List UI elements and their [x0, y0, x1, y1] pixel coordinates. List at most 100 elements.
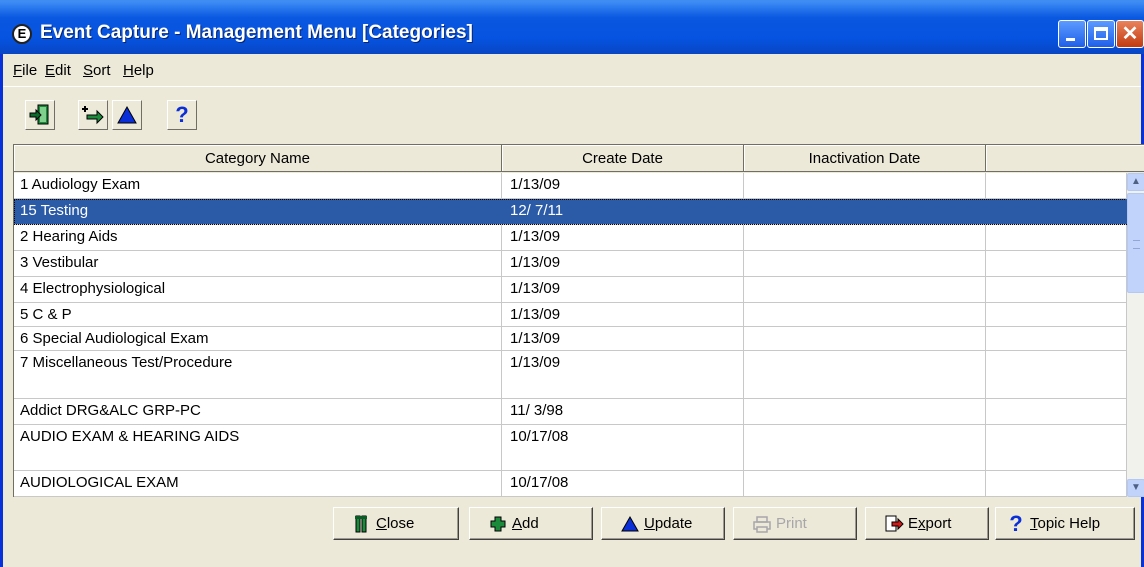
- table-row[interactable]: 5 C & P 1/13/09: [14, 303, 1127, 327]
- cell-create-date: 1/13/09: [502, 173, 744, 198]
- chevron-up-icon: ▲: [1131, 176, 1141, 187]
- cell-blank: [986, 173, 1127, 198]
- close-button[interactable]: Close: [333, 507, 459, 540]
- table-row[interactable]: 7 Miscellaneous Test/Procedure 1/13/09: [14, 351, 1127, 399]
- cell-category-name: 15 Testing: [14, 199, 502, 224]
- close-icon: ✕: [1121, 23, 1139, 45]
- maximize-button[interactable]: [1087, 20, 1115, 48]
- menu-sort[interactable]: Sort: [83, 62, 111, 79]
- cell-blank: [986, 199, 1127, 224]
- column-header-inactivation-date[interactable]: Inactivation Date: [744, 145, 986, 172]
- app-window: E Event Capture - Management Menu [Categ…: [0, 0, 1144, 567]
- minimize-button[interactable]: [1058, 20, 1086, 48]
- cell-inactivation-date: [744, 225, 986, 250]
- cell-inactivation-date: [744, 199, 986, 224]
- update-button-label: Update: [644, 515, 693, 532]
- menu-bar: File Edit Sort Help: [3, 54, 1141, 86]
- question-mark-icon: ?: [175, 102, 189, 127]
- cell-create-date: 1/13/09: [502, 327, 744, 350]
- topic-help-button-label: Topic Help: [1030, 515, 1101, 532]
- toolbar: ?: [3, 86, 1141, 145]
- table-row[interactable]: 6 Special Audiological Exam 1/13/09: [14, 327, 1127, 351]
- table-row[interactable]: Addict DRG&ALC GRP-PC 11/ 3/98: [14, 399, 1127, 425]
- cell-category-name: AUDIOLOGICAL EXAM: [14, 471, 502, 496]
- export-arrow-icon: [884, 514, 904, 534]
- column-header-blank[interactable]: [986, 145, 1144, 172]
- cell-category-name: 4 Electrophysiological: [14, 277, 502, 302]
- table-row[interactable]: AUDIOLOGICAL EXAM 10/17/08: [14, 471, 1127, 497]
- exit-toolbar-button[interactable]: [25, 100, 55, 130]
- cell-blank: [986, 471, 1127, 496]
- cell-category-name: 2 Hearing Aids: [14, 225, 502, 250]
- app-icon[interactable]: E: [12, 24, 32, 44]
- question-mark-icon: ?: [1009, 511, 1023, 536]
- cell-inactivation-date: [744, 425, 986, 470]
- scroll-down-button[interactable]: ▼: [1127, 479, 1144, 497]
- printer-icon: [752, 514, 772, 534]
- cell-blank: [986, 303, 1127, 326]
- export-button[interactable]: Export: [865, 507, 989, 540]
- exit-door-icon: [29, 104, 49, 125]
- add-button-label: Add: [512, 515, 539, 532]
- button-bar: Close Add Update Print Export ? Topic He…: [3, 496, 1141, 567]
- cell-blank: [986, 225, 1127, 250]
- table-row[interactable]: 1 Audiology Exam 1/13/09: [14, 173, 1127, 199]
- cell-create-date: 11/ 3/98: [502, 399, 744, 424]
- cell-create-date: 1/13/09: [502, 351, 744, 398]
- cell-inactivation-date: [744, 303, 986, 326]
- table-row-selected[interactable]: 15 Testing 12/ 7/11: [14, 199, 1127, 225]
- cell-inactivation-date: [744, 173, 986, 198]
- menu-edit[interactable]: Edit: [45, 62, 71, 79]
- cell-create-date: 1/13/09: [502, 225, 744, 250]
- cell-blank: [986, 351, 1127, 398]
- cell-category-name: 3 Vestibular: [14, 251, 502, 276]
- table-row[interactable]: AUDIO EXAM & HEARING AIDS 10/17/08: [14, 425, 1127, 471]
- column-header-category-name[interactable]: Category Name: [14, 145, 502, 172]
- cell-category-name: 5 C & P: [14, 303, 502, 326]
- close-button-label: Close: [376, 515, 415, 532]
- cell-inactivation-date: [744, 327, 986, 350]
- update-toolbar-button[interactable]: [112, 100, 142, 130]
- grid-header: Category Name Create Date Inactivation D…: [14, 145, 1144, 173]
- close-window-button[interactable]: ✕: [1116, 20, 1144, 48]
- column-header-create-date[interactable]: Create Date: [502, 145, 744, 172]
- vertical-scrollbar[interactable]: ▲ ▼: [1127, 173, 1144, 497]
- chevron-down-icon: ▼: [1131, 482, 1141, 493]
- window-title: Event Capture - Management Menu [Categor…: [40, 22, 473, 43]
- up-triangle-icon: [117, 105, 137, 124]
- help-toolbar-button[interactable]: ?: [167, 100, 197, 130]
- cell-create-date: 1/13/09: [502, 303, 744, 326]
- print-button-label: Print: [776, 515, 807, 532]
- cell-create-date: 10/17/08: [502, 471, 744, 496]
- topic-help-button[interactable]: ? Topic Help: [995, 507, 1135, 540]
- menu-file[interactable]: File: [13, 62, 37, 79]
- add-arrow-icon: [82, 106, 104, 125]
- cell-inactivation-date: [744, 471, 986, 496]
- add-button[interactable]: Add: [469, 507, 593, 540]
- cell-blank: [986, 327, 1127, 350]
- cell-inactivation-date: [744, 251, 986, 276]
- cell-category-name: 7 Miscellaneous Test/Procedure: [14, 351, 502, 398]
- menu-help[interactable]: Help: [123, 62, 154, 79]
- title-bar[interactable]: E Event Capture - Management Menu [Categ…: [0, 0, 1144, 54]
- categories-grid[interactable]: Category Name Create Date Inactivation D…: [13, 144, 1144, 497]
- maximize-icon: [1094, 27, 1108, 40]
- scroll-thumb[interactable]: [1127, 193, 1144, 293]
- export-button-label: Export: [908, 515, 952, 532]
- plus-icon: [488, 514, 508, 534]
- add-toolbar-button[interactable]: [78, 100, 108, 130]
- update-button[interactable]: Update: [601, 507, 725, 540]
- cell-category-name: 1 Audiology Exam: [14, 173, 502, 198]
- cell-category-name: Addict DRG&ALC GRP-PC: [14, 399, 502, 424]
- table-row[interactable]: 4 Electrophysiological 1/13/09: [14, 277, 1127, 303]
- table-row[interactable]: 3 Vestibular 1/13/09: [14, 251, 1127, 277]
- table-row[interactable]: 2 Hearing Aids 1/13/09: [14, 225, 1127, 251]
- cell-category-name: 6 Special Audiological Exam: [14, 327, 502, 350]
- print-button[interactable]: Print: [733, 507, 857, 540]
- grip-icon: [1133, 240, 1140, 249]
- cell-inactivation-date: [744, 399, 986, 424]
- scroll-up-button[interactable]: ▲: [1127, 173, 1144, 191]
- cell-inactivation-date: [744, 351, 986, 398]
- up-triangle-icon: [620, 514, 640, 534]
- cell-blank: [986, 425, 1127, 470]
